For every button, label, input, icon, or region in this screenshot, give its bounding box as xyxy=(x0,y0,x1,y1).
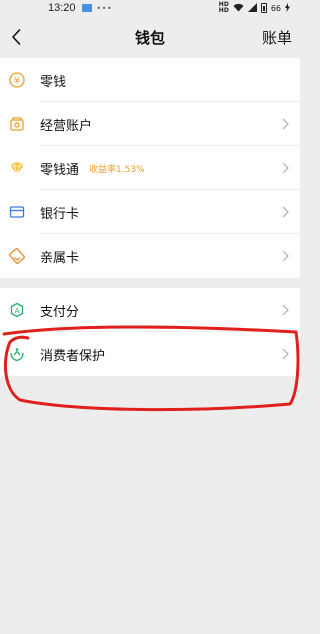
bank-card-icon xyxy=(8,203,26,221)
item-label: 零钱通 xyxy=(40,162,80,178)
family-card-icon xyxy=(8,247,26,265)
battery-level: 66 xyxy=(270,3,281,13)
wallet-group-2: A 支付分 消费者保护 xyxy=(0,288,300,376)
wallet-item-bank-card[interactable]: 银行卡 xyxy=(0,190,300,234)
wallet-item-business-account[interactable]: 经营账户 xyxy=(0,102,300,146)
item-label: 消费者保护 xyxy=(40,348,106,364)
charging-icon xyxy=(285,2,290,14)
chevron-right-icon xyxy=(280,205,290,219)
item-label: 经营账户 xyxy=(40,118,93,134)
chevron-right-icon xyxy=(280,303,290,317)
hd-icon: HD HD xyxy=(218,1,229,14)
svg-text:¥: ¥ xyxy=(14,77,20,87)
chevron-right-icon xyxy=(280,347,290,361)
wallet-group-1: ¥ 零钱 经营账户 零钱通 收益率1.53% 银行卡 亲属卡 xyxy=(0,58,300,278)
wallet-item-pay-score[interactable]: A 支付分 xyxy=(0,288,300,332)
status-right: HD HD 66 xyxy=(219,2,290,14)
back-arrow-icon[interactable] xyxy=(6,26,26,48)
bill-button[interactable]: 账单 xyxy=(262,27,292,48)
page-title: 钱包 xyxy=(134,28,165,47)
diamond-icon xyxy=(8,159,26,177)
item-label: 零钱 xyxy=(40,74,67,90)
wallet-item-consumer-protection[interactable]: 消费者保护 xyxy=(0,332,300,376)
pay-score-icon: A xyxy=(8,301,26,319)
wifi-icon xyxy=(233,3,244,14)
chevron-right-icon xyxy=(280,249,290,263)
coin-icon: ¥ xyxy=(8,71,26,89)
yield-rate-badge: 收益率1.53% xyxy=(89,164,145,175)
chevron-right-icon xyxy=(280,117,290,131)
status-time: 13:20 xyxy=(48,2,76,14)
item-label: 亲属卡 xyxy=(40,250,80,266)
wallet-item-family-card[interactable]: 亲属卡 xyxy=(0,234,300,278)
item-label: 银行卡 xyxy=(40,206,80,222)
item-label: 支付分 xyxy=(40,304,80,320)
svg-text:A: A xyxy=(15,307,20,315)
store-account-icon xyxy=(8,115,26,133)
status-bar: 13:20 • • • HD HD 66 xyxy=(0,0,300,16)
consumer-protection-icon xyxy=(8,345,26,363)
gallery-notification-icon xyxy=(81,4,92,12)
battery-icon xyxy=(260,3,267,13)
wallet-item-lingqiantong[interactable]: 零钱通 收益率1.53% xyxy=(0,146,300,190)
more-notifications-icon: • • • xyxy=(96,3,112,13)
nav-bar: 钱包 账单 xyxy=(0,16,300,58)
wallet-item-change[interactable]: ¥ 零钱 xyxy=(0,58,300,102)
signal-icon xyxy=(247,2,257,14)
chevron-right-icon xyxy=(280,161,290,175)
